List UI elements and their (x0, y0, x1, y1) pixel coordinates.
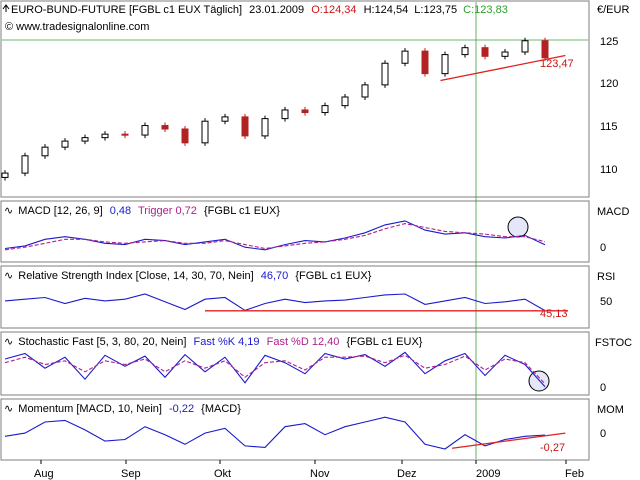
rsi-title: Relative Strength Index [Close, 14, 30, … (18, 270, 253, 282)
wave-icon: ∿ (4, 205, 13, 217)
stochastic-k: Fast %K 4,19 (194, 336, 260, 348)
candle-body (61, 140, 69, 148)
svg-text:EURO-BUND-FUTURE [FGBL c1 EUX: EURO-BUND-FUTURE [FGBL c1 EUX Täglich] 2… (11, 4, 508, 16)
candle-body (121, 133, 129, 136)
rsi-header: ∿ Relative Strength Index [Close, 14, 30… (4, 270, 372, 282)
rsi-value: 46,70 (261, 270, 289, 282)
macd-trigger: Trigger 0,72 (138, 205, 197, 217)
rsi-50-label: 50 (600, 296, 612, 308)
candle-body (261, 118, 269, 137)
price-low: L:123,75 (414, 4, 457, 16)
candle-body (161, 125, 169, 130)
stochastic-title: Stochastic Fast [5, 3, 80, 20, Nein] (18, 336, 186, 348)
candle-body (281, 109, 289, 120)
candle-body (181, 128, 189, 144)
macd-instrument: {FGBL c1 EUX} (204, 205, 280, 217)
momentum-trend-label: -0,27 (540, 442, 565, 454)
momentum-title: Momentum [MACD, 10, Nein] (18, 403, 162, 415)
candle-body (81, 137, 89, 142)
stochastic-d: Fast %D 12,40 (267, 336, 340, 348)
candle-body (321, 105, 329, 114)
candle-body (441, 54, 449, 75)
x-tick-label: Nov (310, 468, 330, 480)
candle-body (341, 96, 349, 107)
x-tick-label: Feb (565, 468, 584, 480)
momentum-header: ∿ Momentum [MACD, 10, Nein] -0,22 {MACD} (4, 403, 241, 415)
source-label: © www.tradesignalonline.com (5, 21, 149, 33)
x-tick-label: Okt (214, 468, 231, 480)
rsi-instrument: {FGBL c1 EUX} (295, 270, 371, 282)
price-date: 23.01.2009 (249, 4, 304, 16)
candle-body (101, 133, 109, 139)
wave-icon: ∿ (4, 270, 13, 282)
candle-body (201, 120, 209, 144)
x-tick-label: Sep (121, 468, 141, 480)
momentum-instrument: {MACD} (201, 403, 241, 415)
y-tick-label: 120 (600, 78, 618, 90)
price-open: O:124,34 (311, 4, 356, 16)
wave-icon: ∿ (4, 403, 13, 415)
stochastic-instrument: {FGBL c1 EUX} (346, 336, 422, 348)
price-axis-unit: €/EUR (597, 4, 629, 16)
price-title: EURO-BUND-FUTURE [FGBL c1 EUX Täglich] (11, 4, 242, 16)
candle-body (381, 62, 389, 86)
y-tick-label: 110 (600, 164, 618, 176)
wave-icon: ∿ (4, 336, 13, 348)
candle-body (421, 50, 429, 75)
stochastic-highlight-circle (528, 370, 550, 392)
momentum-zero-label: 0 (600, 428, 606, 440)
candle-body (301, 109, 309, 114)
price-high: H:124,54 (364, 4, 409, 16)
candle-body (481, 47, 489, 57)
x-tick-label: Aug (34, 468, 54, 480)
candle-body (21, 155, 29, 174)
chart-canvas: 125 120 115 110 €/EUR MACD 0 RSI 50 FSTO… (0, 0, 640, 480)
candle-body (541, 40, 549, 59)
macd-zero-label: 0 (600, 242, 606, 254)
candle-body (461, 47, 469, 56)
y-tick-label: 115 (600, 121, 618, 133)
momentum-axis-label: MOM (597, 404, 624, 416)
x-tick-label: 2009 (476, 468, 500, 480)
x-tick-label: Dez (397, 468, 417, 480)
candle-body (141, 125, 149, 136)
candle-body (501, 51, 509, 57)
candle-body (41, 146, 49, 157)
macd-axis-label: MACD (597, 206, 629, 218)
candle-body (401, 50, 409, 64)
macd-title: MACD [12, 26, 9] (18, 205, 102, 217)
stochastic-header: ∿ Stochastic Fast [5, 3, 80, 20, Nein] F… (4, 336, 423, 348)
candle-body (1, 172, 9, 178)
candle-body (221, 116, 229, 122)
candle-body (241, 116, 249, 137)
stochastic-zero-label: 0 (600, 382, 606, 394)
macd-highlight-circle (507, 216, 529, 238)
candle-body (521, 40, 529, 53)
price-close: C:123,83 (463, 4, 508, 16)
momentum-value: -0,22 (169, 403, 194, 415)
rsi-axis-label: RSI (597, 271, 615, 283)
macd-header: ∿ MACD [12, 26, 9] 0,48 Trigger 0,72 {FG… (4, 205, 280, 217)
macd-value: 0,48 (110, 205, 131, 217)
stochastic-axis-label: FSTOC (595, 337, 632, 349)
y-tick-label: 125 (600, 36, 618, 48)
candle-body (361, 84, 369, 98)
